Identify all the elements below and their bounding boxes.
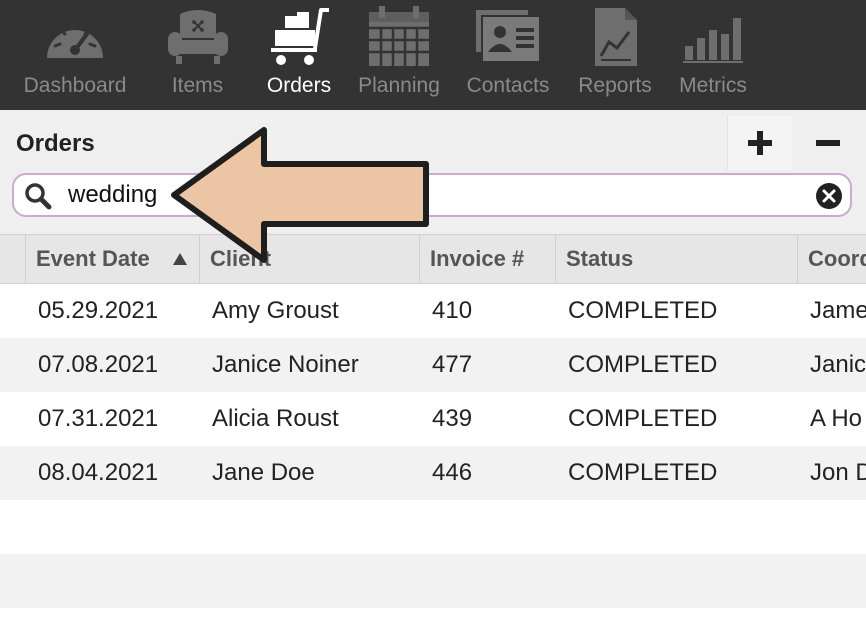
nav-item-reports[interactable]: Reports: [570, 0, 660, 110]
add-order-button[interactable]: [727, 116, 792, 170]
cell-status: COMPLETED: [568, 297, 718, 324]
contact-card-icon: [476, 10, 540, 63]
search-icon: [25, 183, 52, 210]
cell-status: COMPLETED: [568, 405, 718, 432]
cell-coordinator: Jame: [810, 297, 866, 324]
nav-item-items[interactable]: Items: [150, 0, 245, 110]
column-header-coordinator[interactable]: Coord: [798, 235, 866, 283]
dashboard-gauge-icon: [47, 20, 103, 58]
plus-icon: [748, 131, 772, 155]
empty-row: [0, 500, 866, 554]
nav-label-metrics: Metrics: [679, 74, 747, 97]
calendar-icon: [369, 6, 429, 66]
top-navigation: Dashboard Items Orders Planning Contacts…: [0, 0, 866, 110]
report-chart-icon: [595, 8, 637, 66]
cell-invoice: 439: [432, 405, 473, 432]
nav-label-planning: Planning: [358, 74, 440, 97]
nav-item-planning[interactable]: Planning: [352, 0, 446, 110]
cell-client: Alicia Roust: [212, 405, 339, 432]
cell-invoice: 410: [432, 297, 473, 324]
annotation-arrow-left-icon: [171, 127, 429, 263]
nav-item-orders[interactable]: Orders: [255, 0, 343, 110]
cell-event-date: 07.31.2021: [38, 405, 159, 432]
cell-coordinator: A Ho: [810, 405, 863, 432]
cell-event-date: 08.04.2021: [38, 459, 159, 486]
nav-item-metrics[interactable]: Metrics: [670, 0, 756, 110]
nav-label-reports: Reports: [578, 74, 652, 97]
column-header-invoice[interactable]: Invoice #: [420, 235, 556, 283]
clear-search-icon[interactable]: [815, 182, 843, 210]
nav-label-dashboard: Dashboard: [23, 74, 127, 97]
cell-client: Jane Doe: [212, 459, 315, 486]
nav-label-items: Items: [171, 74, 224, 97]
nav-item-contacts[interactable]: Contacts: [460, 0, 556, 110]
table-row[interactable]: 07.31.2021 Alicia Roust 439 COMPLETED A …: [0, 392, 866, 446]
column-header-status[interactable]: Status: [556, 235, 798, 283]
nav-label-orders: Orders: [266, 74, 332, 97]
cell-client: Janice Noiner: [212, 351, 359, 378]
page-title: Orders: [16, 130, 95, 157]
cell-status: COMPLETED: [568, 351, 718, 378]
table-row[interactable]: 07.08.2021 Janice Noiner 477 COMPLETED J…: [0, 338, 866, 392]
row-selector-header: [0, 235, 26, 283]
cell-coordinator: Jon D: [810, 459, 866, 486]
nav-label-contacts: Contacts: [466, 74, 550, 97]
table-row[interactable]: 08.04.2021 Jane Doe 446 COMPLETED Jon D: [0, 446, 866, 500]
cell-client: Amy Groust: [212, 297, 339, 324]
cell-event-date: 07.08.2021: [38, 351, 159, 378]
cell-status: COMPLETED: [568, 459, 718, 486]
minus-icon: [816, 140, 840, 146]
bar-chart-icon: [683, 18, 743, 63]
remove-order-button[interactable]: [796, 116, 860, 170]
cart-icon: [271, 8, 329, 65]
cell-invoice: 446: [432, 459, 473, 486]
nav-item-dashboard[interactable]: Dashboard: [15, 0, 135, 110]
cell-invoice: 477: [432, 351, 473, 378]
table-row[interactable]: 05.29.2021 Amy Groust 410 COMPLETED Jame: [0, 284, 866, 338]
cell-coordinator: Janic: [810, 351, 866, 378]
cell-event-date: 05.29.2021: [38, 297, 159, 324]
empty-row: [0, 554, 866, 608]
armchair-icon: [167, 10, 228, 64]
